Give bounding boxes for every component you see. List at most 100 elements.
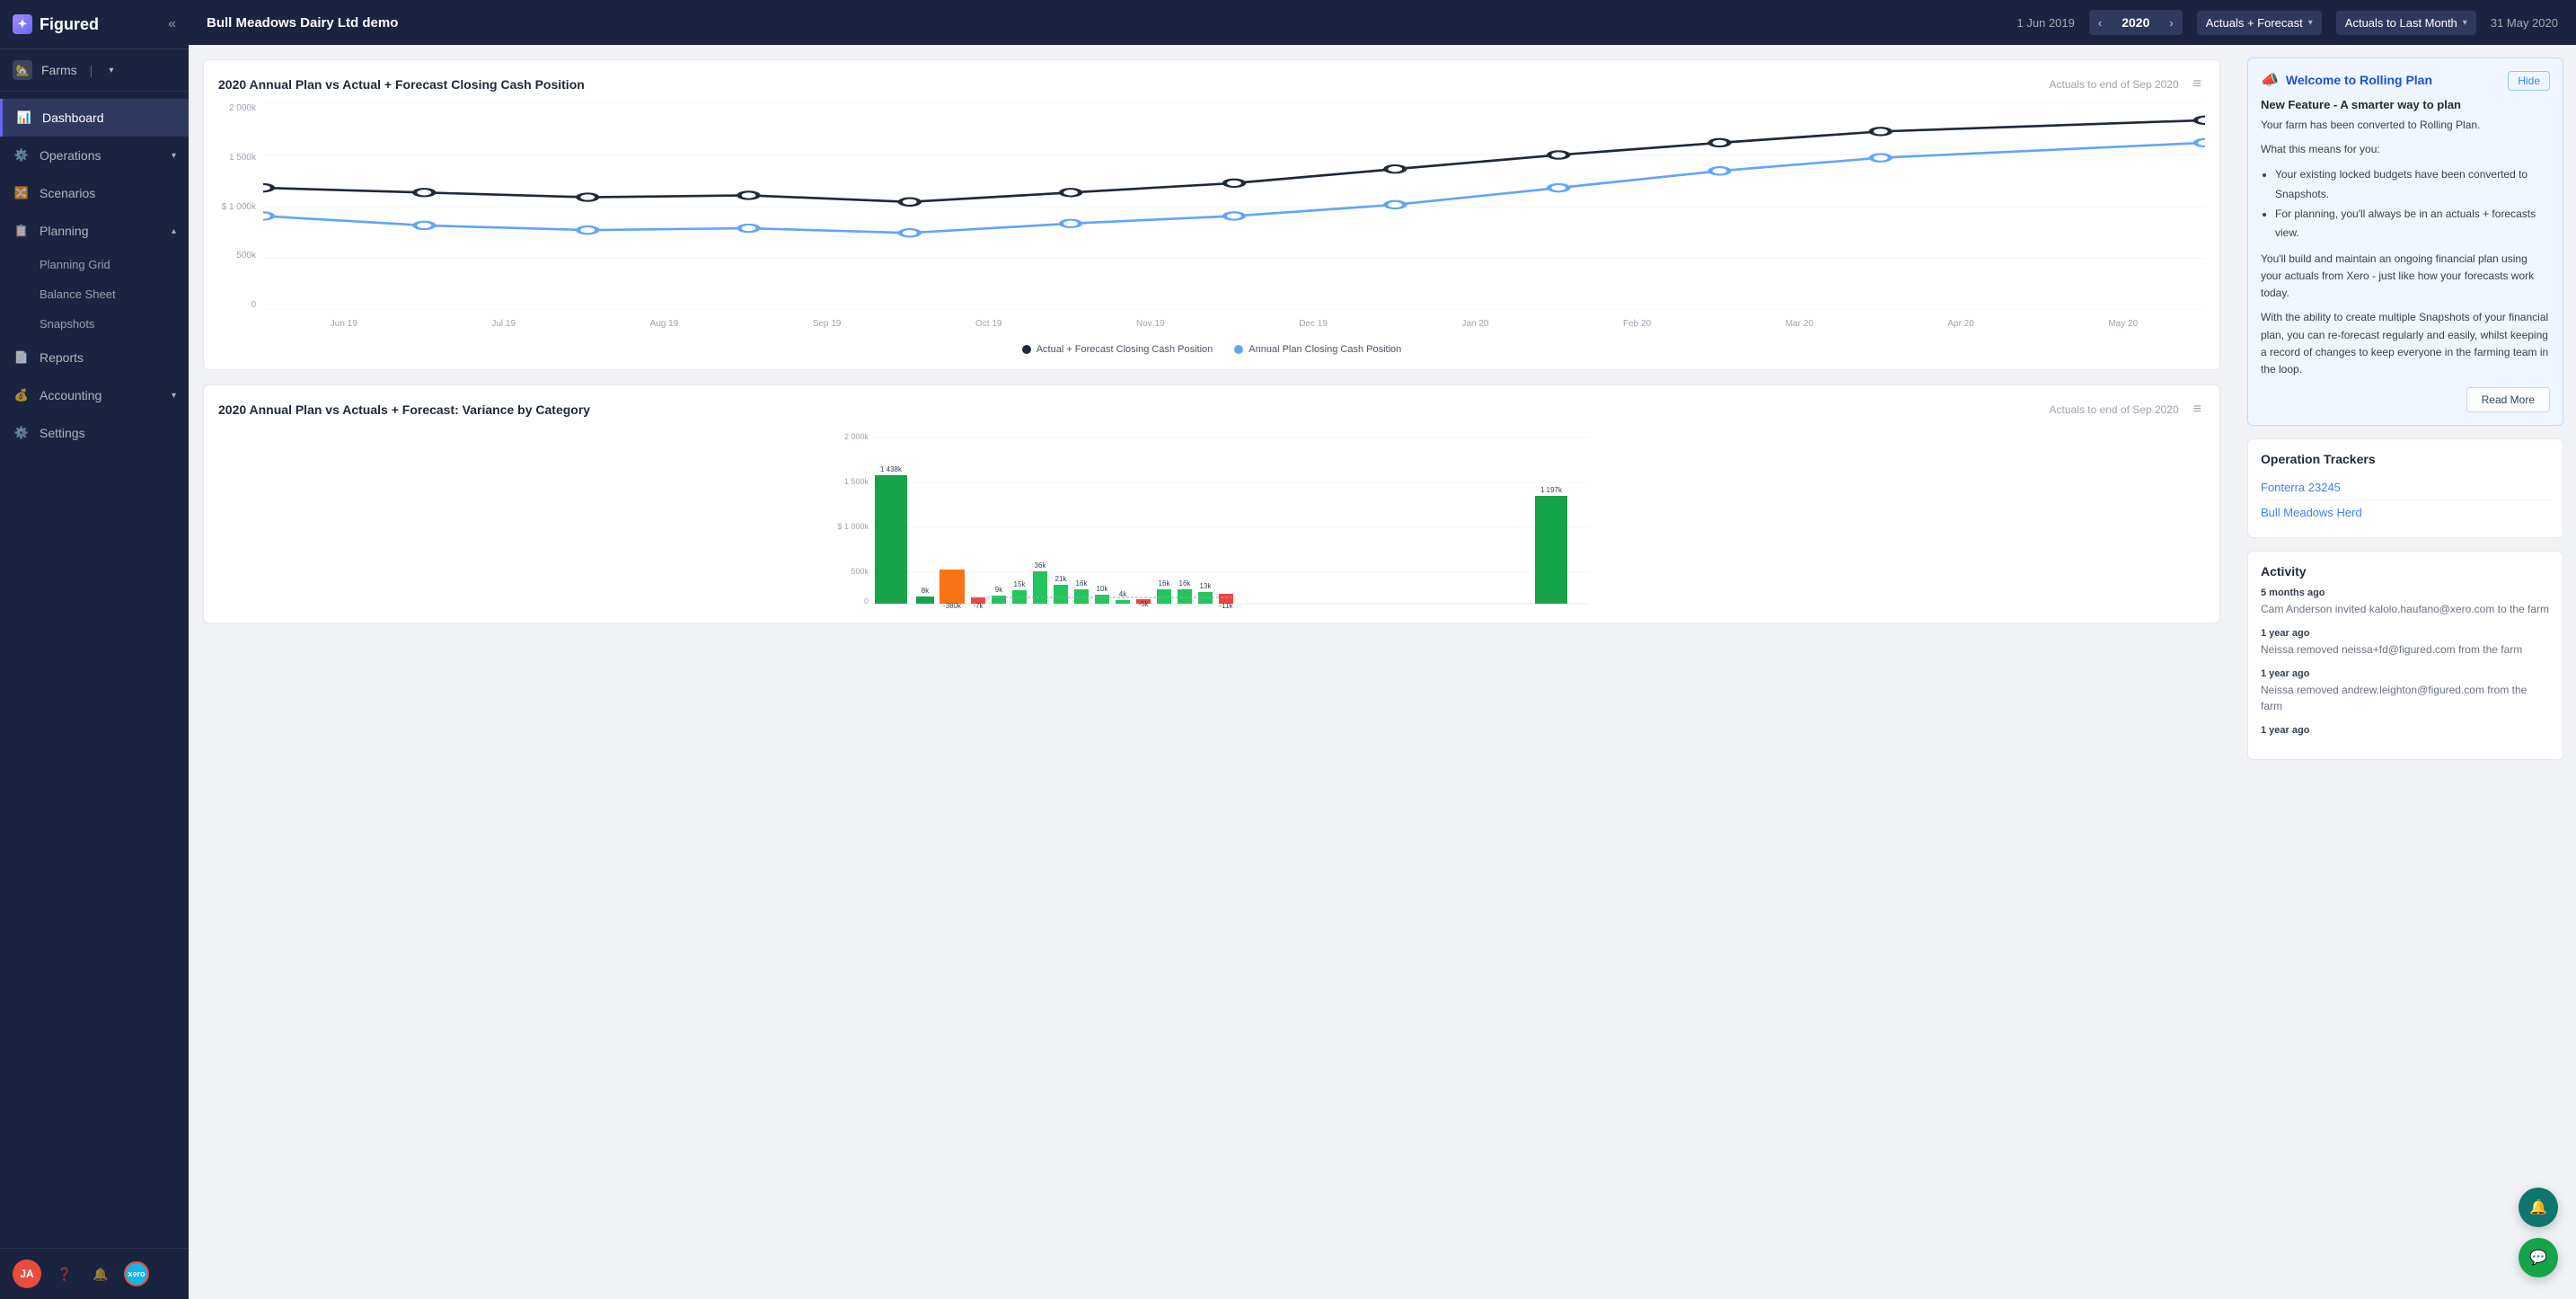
svg-text:10k: 10k <box>1097 585 1109 593</box>
read-more-button[interactable]: Read More <box>2466 387 2550 412</box>
chart1-y-axis: 2 000k 1 500k $ 1 000k 500k 0 <box>218 103 263 310</box>
user-avatar[interactable]: JA <box>13 1259 41 1288</box>
legend-actual-label: Actual + Forecast Closing Cash Position <box>1037 344 1213 355</box>
chart1-body: 2 000k 1 500k $ 1 000k 500k 0 <box>204 103 2219 369</box>
sidebar-item-settings[interactable]: ⚙️ Settings <box>0 414 189 452</box>
chart2-subtitle: Actuals to end of Sep 2020 <box>2050 403 2179 416</box>
legend-plan-dot <box>1234 345 1243 354</box>
line-chart-svg <box>263 103 2205 310</box>
chart1-menu-icon[interactable]: ≡ <box>2190 73 2205 96</box>
right-panel: 📣 Welcome to Rolling Plan Hide New Featu… <box>2235 45 2576 1299</box>
period-dropdown[interactable]: Actuals to Last Month ▾ <box>2336 11 2476 35</box>
sidebar-item-planning-grid[interactable]: Planning Grid <box>0 250 189 279</box>
svg-text:16k: 16k <box>1076 579 1089 588</box>
sidebar-item-dashboard[interactable]: 📊 Dashboard <box>0 99 189 137</box>
y-label-2000k: 2 000k <box>229 103 256 113</box>
view-mode-dropdown[interactable]: Actuals + Forecast ▾ <box>2197 11 2322 35</box>
activity-item-1: 1 year ago Neissa removed neissa+fd@figu… <box>2261 628 2550 658</box>
main-area: Bull Meadows Dairy Ltd demo 1 Jun 2019 ‹… <box>189 0 2576 1299</box>
legend-actual-dot <box>1022 345 1031 354</box>
period-label: Actuals to Last Month <box>2345 16 2457 30</box>
topbar: Bull Meadows Dairy Ltd demo 1 Jun 2019 ‹… <box>189 0 2576 45</box>
topbar-date-start: 1 Jun 2019 <box>2017 16 2075 30</box>
activity-title: Activity <box>2261 564 2550 579</box>
x-label-dec19: Dec 19 <box>1299 319 1328 329</box>
year-nav: ‹ 2020 › <box>2089 10 2183 35</box>
sidebar-item-scenarios[interactable]: 🔀 Scenarios <box>0 174 189 212</box>
welcome-header: 📣 Welcome to Rolling Plan Hide <box>2261 71 2550 91</box>
float-btn-teal[interactable]: 🔔 <box>2519 1188 2558 1227</box>
svg-text:9k: 9k <box>995 586 1003 594</box>
welcome-card: 📣 Welcome to Rolling Plan Hide New Featu… <box>2247 57 2563 426</box>
topbar-date-end: 31 May 2020 <box>2491 16 2558 30</box>
logo-icon: ✦ <box>13 14 32 34</box>
welcome-bullet2: For planning, you'll always be in an act… <box>2275 205 2550 243</box>
sidebar-item-planning[interactable]: 📋 Planning ▴ <box>0 212 189 250</box>
legend-plan-label: Annual Plan Closing Cash Position <box>1248 344 1401 355</box>
svg-text:36k: 36k <box>1035 561 1047 570</box>
year-next-btn[interactable]: › <box>2160 11 2182 35</box>
tracker-bull-meadows[interactable]: Bull Meadows Herd <box>2261 500 2550 525</box>
svg-text:16k: 16k <box>1159 579 1171 588</box>
welcome-line4: With the ability to create multiple Snap… <box>2261 309 2550 378</box>
dashboard-icon: 📊 <box>15 109 33 127</box>
sidebar-item-accounting[interactable]: 💰 Accounting ▾ <box>0 376 189 414</box>
help-icon[interactable]: ❓ <box>52 1261 77 1286</box>
y-label-1500k: 1 500k <box>229 153 256 163</box>
sidebar-nav: 📊 Dashboard ⚙️ Operations ▾ 🔀 Scenarios … <box>0 92 189 1248</box>
sidebar-logo-area: ✦ Figured « <box>0 0 189 49</box>
settings-icon: ⚙️ <box>13 424 31 442</box>
year-prev-btn[interactable]: ‹ <box>2089 11 2111 35</box>
svg-text:21k: 21k <box>1055 575 1068 583</box>
planning-arrow-icon: ▴ <box>172 226 176 236</box>
bar-chart: 2 000k 1 500k $ 1 000k 500k 0 <box>218 429 2205 608</box>
accounting-icon: 💰 <box>13 386 31 404</box>
sidebar-item-label: Scenarios <box>40 186 95 200</box>
sidebar-item-label: Operations <box>40 148 101 163</box>
farms-nav[interactable]: 🏡 Farms | ▾ <box>0 49 189 92</box>
sidebar-bottom: JA ❓ 🔔 xero <box>0 1248 189 1299</box>
activity-card: Activity 5 months ago Cam Anderson invit… <box>2247 551 2563 760</box>
logo: ✦ Figured <box>13 14 99 34</box>
view-mode-label: Actuals + Forecast <box>2206 16 2303 30</box>
welcome-title: Welcome to Rolling Plan <box>2286 73 2432 87</box>
operations-arrow-icon: ▾ <box>172 151 176 161</box>
svg-text:2 000k: 2 000k <box>844 432 869 441</box>
planning-icon: 📋 <box>13 222 31 240</box>
chart1-plot <box>263 103 2205 310</box>
sidebar: ✦ Figured « 🏡 Farms | ▾ 📊 Dashboard ⚙️ O… <box>0 0 189 1299</box>
activity-time-2: 1 year ago <box>2261 668 2550 679</box>
sidebar-item-reports[interactable]: 📄 Reports <box>0 339 189 376</box>
x-label-apr20: Apr 20 <box>1947 319 1973 329</box>
x-label-jun19: Jun 19 <box>331 319 357 329</box>
chart2-card: 2020 Annual Plan vs Actuals + Forecast: … <box>203 384 2220 623</box>
sidebar-item-operations[interactable]: ⚙️ Operations ▾ <box>0 137 189 174</box>
hide-button[interactable]: Hide <box>2508 71 2550 91</box>
tracker-fonterra[interactable]: Fonterra 23245 <box>2261 475 2550 500</box>
welcome-feature-title: New Feature - A smarter way to plan <box>2261 98 2550 111</box>
farm-title: Bull Meadows Dairy Ltd demo <box>207 15 398 31</box>
float-btn-green[interactable]: 💬 <box>2519 1238 2558 1277</box>
legend-actual: Actual + Forecast Closing Cash Position <box>1022 344 1213 355</box>
notification-icon[interactable]: 🔔 <box>88 1261 113 1286</box>
welcome-title-row: 📣 Welcome to Rolling Plan <box>2261 71 2432 89</box>
sidebar-item-balance-sheet[interactable]: Balance Sheet <box>0 279 189 309</box>
chart2-menu-icon[interactable]: ≡ <box>2190 398 2205 421</box>
year-label: 2020 <box>2111 10 2160 35</box>
svg-text:1 197k: 1 197k <box>1540 486 1563 494</box>
welcome-line2: What this means for you: <box>2261 141 2550 158</box>
y-label-1000k: $ 1 000k <box>222 202 256 212</box>
chart1-header: 2020 Annual Plan vs Actual + Forecast Cl… <box>204 60 2219 103</box>
chart1-subtitle: Actuals to end of Sep 2020 <box>2050 78 2179 91</box>
svg-text:-7k: -7k <box>973 602 984 608</box>
megaphone-icon: 📣 <box>2261 71 2279 89</box>
activity-item-0: 5 months ago Cam Anderson invited kalolo… <box>2261 588 2550 617</box>
svg-text:16k: 16k <box>1179 579 1192 588</box>
xero-badge[interactable]: xero <box>124 1261 149 1286</box>
sidebar-item-snapshots[interactable]: Snapshots <box>0 309 189 339</box>
activity-text-2: Neissa removed andrew.leighton@figured.c… <box>2261 682 2550 714</box>
activity-text-0: Cam Anderson invited kalolo.haufano@xero… <box>2261 601 2550 617</box>
svg-text:-11k: -11k <box>1220 602 1234 608</box>
sidebar-collapse-btn[interactable]: « <box>168 16 176 32</box>
x-label-may20: May 20 <box>2108 319 2138 329</box>
